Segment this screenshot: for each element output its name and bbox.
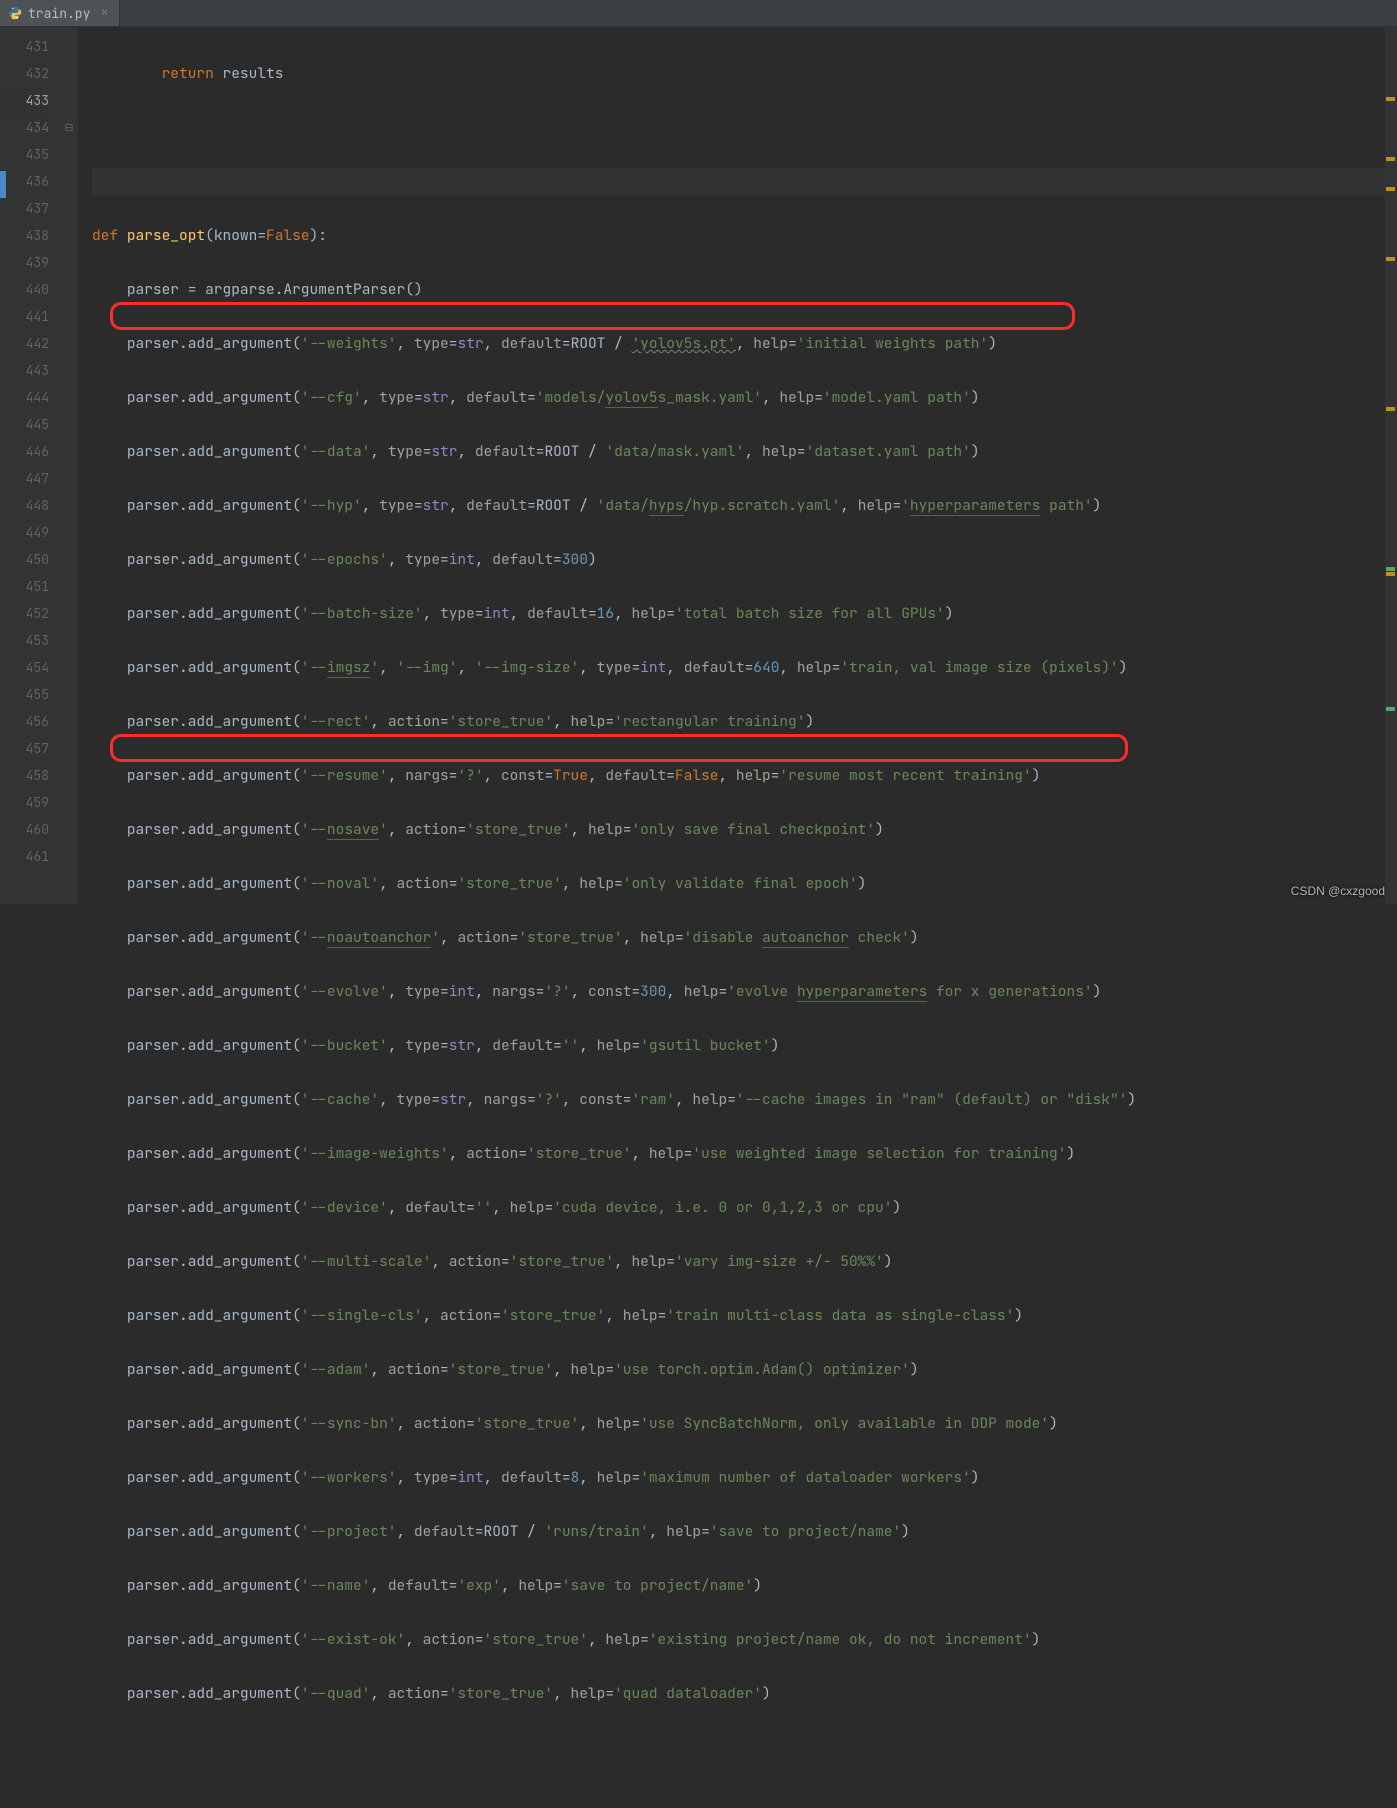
code-editor[interactable]: 4314324334344354364374384394404414424434… — [0, 27, 1397, 904]
error-stripe[interactable] — [1385, 27, 1397, 904]
fold-gutter[interactable]: ⊟ — [60, 27, 78, 904]
highlight-box-2 — [110, 734, 1128, 762]
close-tab-icon[interactable]: × — [100, 4, 108, 22]
vcs-gutter — [0, 27, 6, 904]
python-file-icon — [8, 6, 22, 20]
tab-filename: train.py — [28, 5, 90, 22]
file-tab[interactable]: train.py × — [0, 0, 120, 26]
highlight-box-1 — [110, 302, 1075, 330]
code-area[interactable]: return results def parse_opt(known=False… — [78, 27, 1397, 904]
fold-icon[interactable]: ⊟ — [60, 114, 78, 141]
tab-bar: train.py × — [0, 0, 1397, 27]
line-number-gutter[interactable]: 4314324334344354364374384394404414424434… — [0, 27, 60, 904]
watermark: CSDN @cxzgood — [1291, 884, 1385, 898]
